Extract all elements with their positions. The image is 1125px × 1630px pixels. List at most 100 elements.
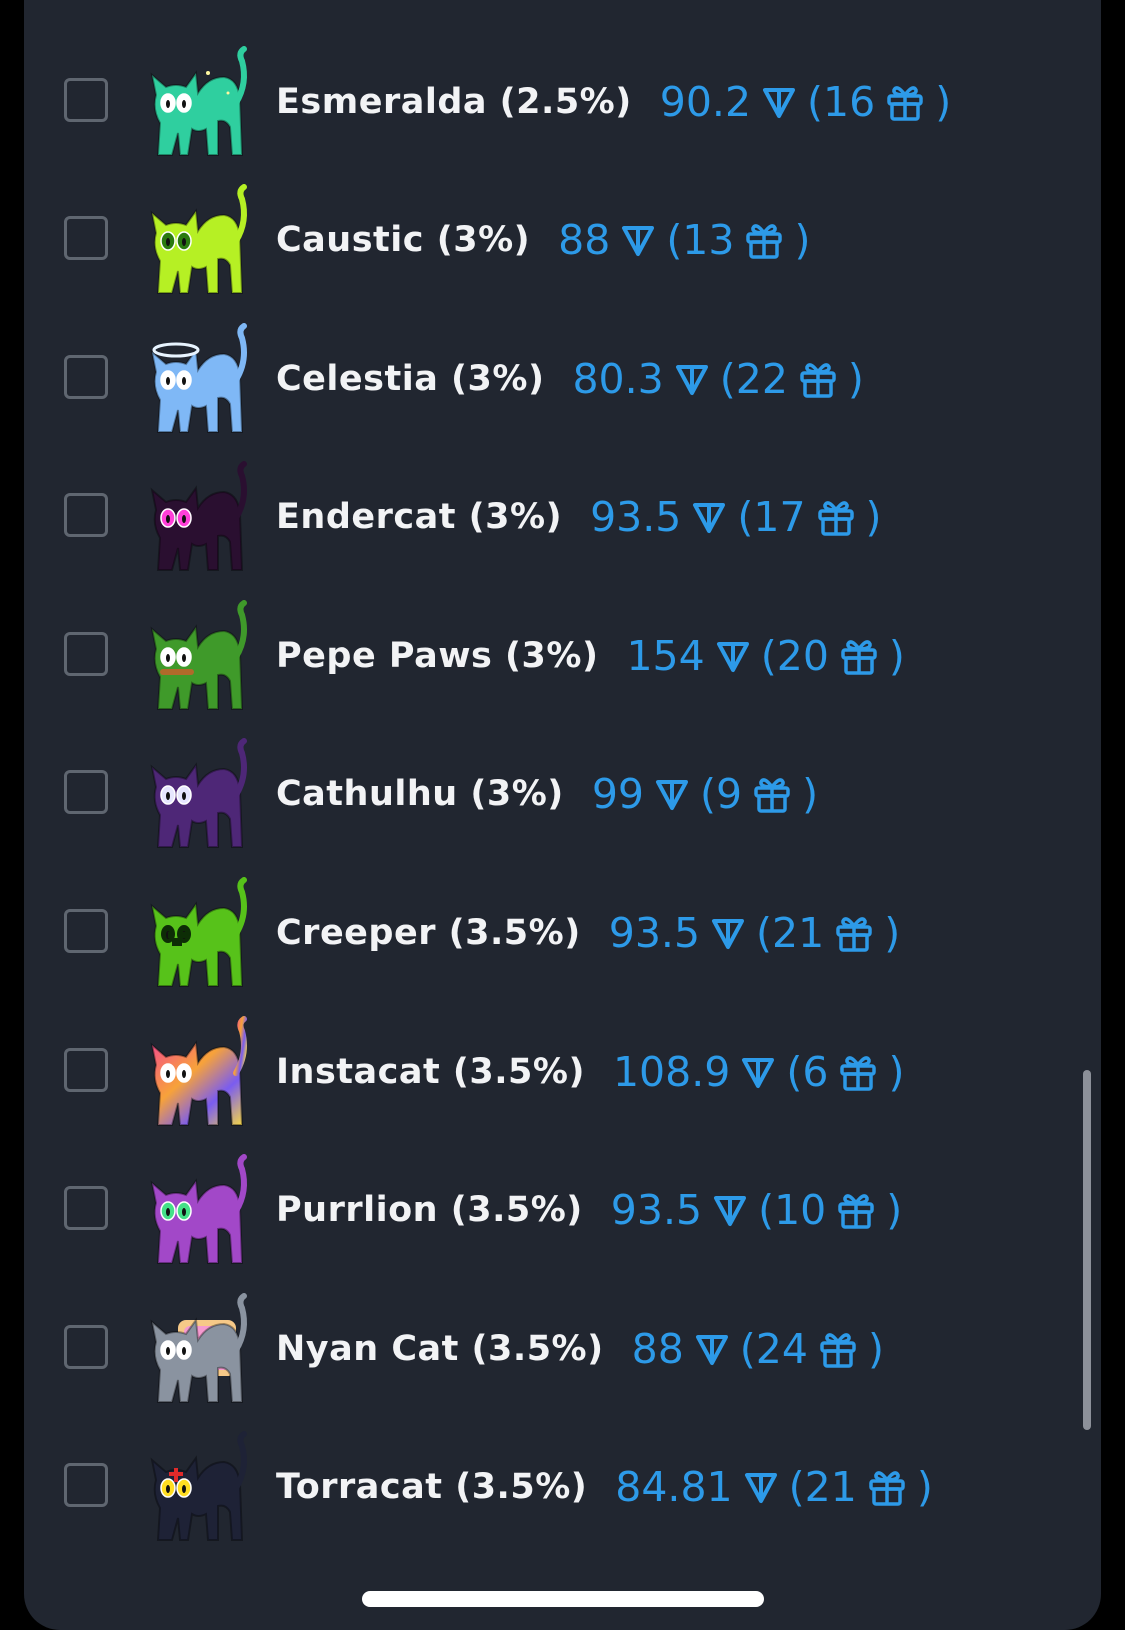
gift-count: (9: [699, 770, 743, 818]
gift-name: Creeper (3.5%): [276, 913, 581, 953]
gift-name: Purrlion (3.5%): [276, 1190, 583, 1230]
gift-name: Esmeralda (2.5%): [276, 82, 632, 122]
gift-count-close: ): [802, 770, 819, 818]
price-value: 154: [626, 632, 705, 680]
gift-list-item[interactable]: Instacat (3.5%) 108.9 (6 ): [24, 1000, 1101, 1144]
price-value: 84.81: [615, 1463, 733, 1511]
gift-price: 84.81 (21 ): [615, 1463, 933, 1511]
gift-thumbnail: [138, 43, 256, 161]
gift-icon: [840, 1056, 877, 1091]
price-value: 99: [591, 770, 644, 818]
gift-icon: [869, 1471, 905, 1506]
cat-image-icon: [150, 323, 247, 433]
ton-icon: [763, 88, 796, 118]
top-fade: [204, 0, 264, 8]
gift-text: Purrlion (3.5%) 93.5 (10 ): [276, 1186, 902, 1234]
select-checkbox[interactable]: [64, 909, 108, 953]
gift-price: 90.2 (16 ): [660, 78, 951, 126]
price-value: 93.5: [608, 909, 701, 957]
cat-image-icon: [150, 738, 247, 848]
select-checkbox[interactable]: [64, 355, 108, 399]
gift-price: 99 (9 ): [592, 770, 818, 818]
ton-icon: [716, 642, 749, 672]
gift-count-close: ): [888, 632, 905, 680]
select-checkbox[interactable]: [64, 78, 108, 122]
gift-thumbnail: [138, 320, 256, 438]
gift-count-close: ): [916, 1463, 933, 1511]
gift-list-item[interactable]: Pepe Paws (3%) 154 (20 ): [24, 584, 1101, 728]
ton-icon: [712, 919, 745, 949]
gift-name: Endercat (3%): [276, 497, 563, 537]
gift-text: Torracat (3.5%) 84.81 (21 ): [276, 1463, 933, 1511]
gift-list-item[interactable]: Esmeralda (2.5%) 90.2 (16 ): [24, 30, 1101, 174]
gift-thumbnail: [138, 597, 256, 715]
cat-image-icon: [150, 46, 247, 156]
gift-price: 93.5 (10 ): [611, 1186, 902, 1234]
gift-price: 108.9 (6 ): [613, 1048, 904, 1096]
select-checkbox[interactable]: [64, 632, 108, 676]
gift-list-item[interactable]: Celestia (3%) 80.3 (22 ): [24, 307, 1101, 451]
gift-price: 80.3 (22 ): [572, 355, 863, 403]
select-checkbox[interactable]: [64, 1186, 108, 1230]
select-checkbox[interactable]: [64, 1325, 108, 1369]
cat-image-icon: [150, 877, 247, 987]
select-checkbox[interactable]: [64, 1048, 108, 1092]
ton-icon: [744, 1473, 777, 1503]
gift-thumbnail: [138, 1290, 256, 1408]
select-checkbox[interactable]: [64, 216, 108, 260]
price-value: 88: [631, 1325, 684, 1373]
home-indicator[interactable]: [362, 1591, 764, 1607]
gift-icon: [817, 501, 854, 536]
scrollbar[interactable]: [1083, 1070, 1091, 1430]
cat-image-icon: [150, 600, 247, 710]
gift-list-item[interactable]: Cathulhu (3%) 99 (9 ): [24, 722, 1101, 866]
gift-thumbnail: [138, 1151, 256, 1269]
gift-thumbnail: [138, 735, 256, 853]
gift-count: (20: [760, 632, 829, 680]
cat-image-icon: [150, 184, 247, 294]
cat-image-icon: [150, 1431, 247, 1541]
select-checkbox[interactable]: [64, 493, 108, 537]
price-value: 90.2: [659, 78, 752, 126]
gift-thumbnail: [138, 1428, 256, 1546]
gift-text: Nyan Cat (3.5%) 88 (24 ): [276, 1325, 884, 1373]
gift-text: Endercat (3%) 93.5 (17 ): [276, 493, 882, 541]
select-checkbox[interactable]: [64, 770, 108, 814]
gift-count: (10: [758, 1186, 827, 1234]
price-value: 93.5: [610, 1186, 703, 1234]
gift-icon: [746, 224, 783, 259]
gift-icon: [887, 86, 923, 121]
gift-price: 93.5 (17 ): [590, 493, 881, 541]
gift-text: Cathulhu (3%) 99 (9 ): [276, 770, 818, 818]
price-value: 93.5: [590, 493, 682, 541]
gift-price: 93.5 (21 ): [609, 909, 900, 957]
gift-count-close: ): [886, 1186, 903, 1234]
price-value: 80.3: [572, 355, 664, 403]
gift-list-item[interactable]: Nyan Cat (3.5%) 88 (24 ): [24, 1277, 1101, 1421]
gift-name: Pepe Paws (3%): [276, 636, 599, 676]
gift-list-item[interactable]: Caustic (3%) 88 (13 ): [24, 168, 1101, 312]
gift-count-close: ): [865, 493, 882, 541]
ton-icon: [693, 503, 726, 533]
gift-count-close: ): [884, 909, 901, 957]
gift-thumbnail: [138, 458, 256, 576]
select-checkbox[interactable]: [64, 1463, 108, 1507]
gift-list-item[interactable]: Purrlion (3.5%) 93.5 (10 ): [24, 1138, 1101, 1282]
gift-count: (21: [788, 1463, 857, 1511]
gift-count: (22: [719, 355, 788, 403]
ton-icon: [622, 226, 655, 256]
gift-thumbnail: [138, 1013, 256, 1131]
gift-thumbnail: [138, 874, 256, 992]
gift-list-item[interactable]: Creeper (3.5%) 93.5 (21 ): [24, 861, 1101, 1005]
ton-icon: [655, 780, 688, 810]
gift-thumbnail: [138, 181, 256, 299]
gift-text: Instacat (3.5%) 108.9 (6 ): [276, 1048, 904, 1096]
gift-list-item[interactable]: Torracat (3.5%) 84.81 (21 ): [24, 1415, 1101, 1559]
gift-list-item[interactable]: Endercat (3%) 93.5 (17 ): [24, 445, 1101, 589]
gift-count-close: ): [867, 1325, 884, 1373]
gift-count: (17: [737, 493, 806, 541]
ton-icon: [742, 1058, 775, 1088]
gift-count-close: ): [888, 1048, 905, 1096]
gift-name: Celestia (3%): [276, 359, 545, 399]
gift-icon: [754, 778, 790, 813]
